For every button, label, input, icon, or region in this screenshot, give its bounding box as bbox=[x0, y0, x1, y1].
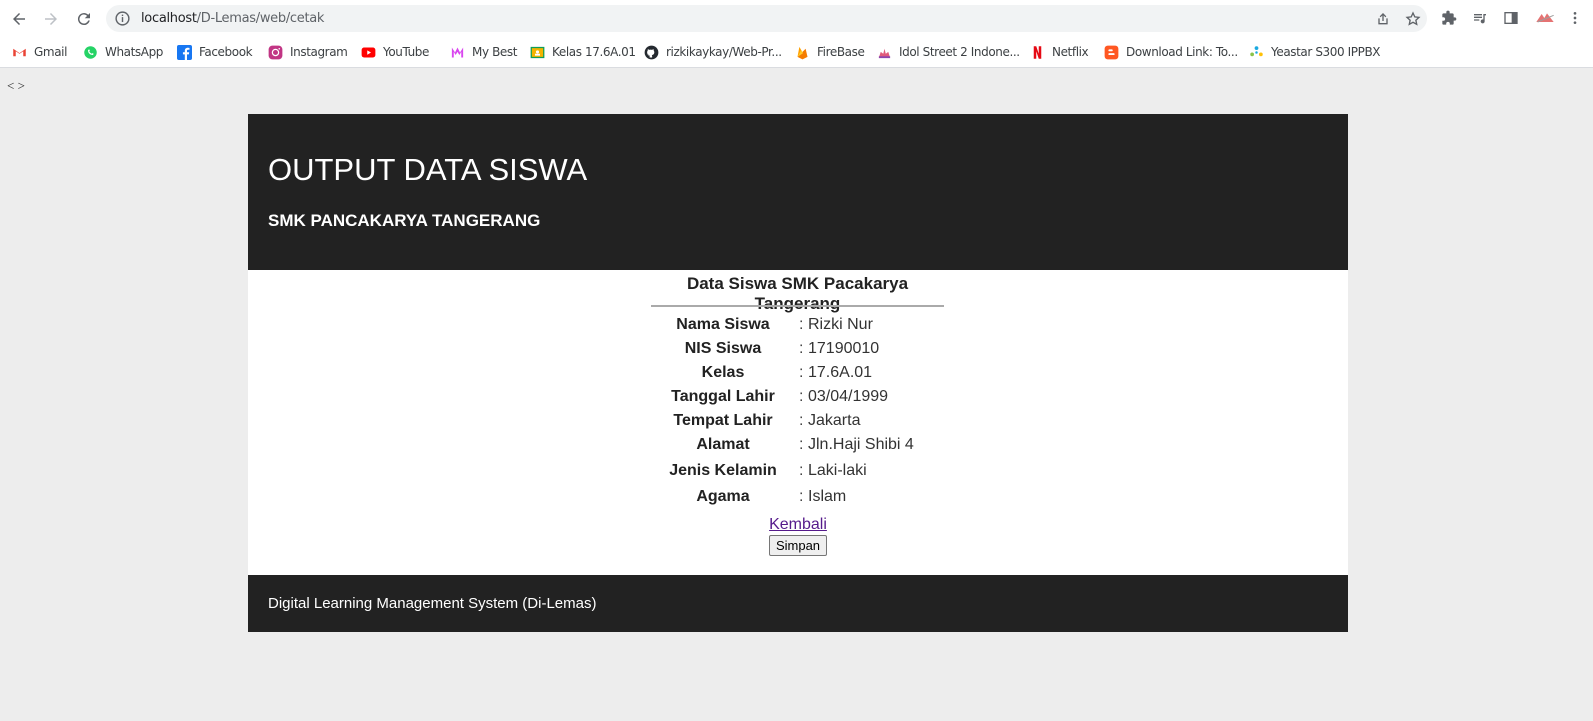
field-label: Alamat bbox=[696, 436, 750, 453]
bookmark-kelas[interactable]: Kelas 17.6A.01 bbox=[530, 42, 636, 62]
address-bar[interactable]: localhost/D-Lemas/web/cetak bbox=[106, 5, 1427, 32]
share-icon[interactable] bbox=[1375, 11, 1391, 27]
field-separator: : bbox=[799, 436, 804, 453]
more-menu-icon[interactable] bbox=[1567, 10, 1583, 26]
bookmark-youtube[interactable]: YouTube bbox=[361, 42, 429, 62]
field-label: Kelas bbox=[701, 364, 745, 381]
page-header: OUTPUT DATA SISWA SMK PANCAKARYA TANGERA… bbox=[248, 114, 1348, 270]
field-separator: : bbox=[799, 462, 804, 479]
bookmark-yeastar[interactable]: Yeastar S300 IPPBX bbox=[1249, 42, 1381, 62]
save-button-wrap: Simpan bbox=[248, 535, 1348, 556]
field-value: Jln.Haji Shibi 4 bbox=[808, 436, 914, 453]
pager-nav[interactable]: < > bbox=[7, 78, 25, 94]
site-info-icon[interactable] bbox=[114, 10, 131, 27]
field-label: NIS Siswa bbox=[684, 340, 762, 357]
yeastar-icon bbox=[1250, 45, 1263, 56]
field-value: Rizki Nur bbox=[808, 316, 873, 333]
field-label: Tempat Lahir bbox=[673, 412, 773, 429]
field-row-alamat: Alamat : Jln.Haji Shibi 4 bbox=[651, 436, 1051, 458]
field-label: Tanggal Lahir bbox=[671, 388, 775, 405]
bookmark-my-best[interactable]: My Best bbox=[450, 42, 517, 62]
field-row-kelas: Kelas : 17.6A.01 bbox=[651, 364, 1051, 386]
blogger-icon bbox=[1104, 45, 1119, 59]
media-playlist-icon[interactable] bbox=[1472, 10, 1488, 26]
forward-arrow-icon[interactable] bbox=[39, 7, 63, 31]
field-separator: : bbox=[799, 364, 804, 381]
bookmark-download-link[interactable]: Download Link: To... bbox=[1104, 42, 1238, 62]
field-row-tanggal-lahir: Tanggal Lahir : 03/04/1999 bbox=[651, 388, 1051, 410]
footer-text: Digital Learning Management System (Di-L… bbox=[268, 595, 597, 612]
bookmark-instagram[interactable]: Instagram bbox=[268, 42, 348, 62]
output-card: OUTPUT DATA SISWA SMK PANCAKARYA TANGERA… bbox=[248, 114, 1348, 632]
section-title: Data Siswa SMK Pacakarya Tangerang bbox=[686, 274, 909, 313]
bookmarks-bar: Gmail WhatsApp Facebook Instagram YouTub… bbox=[0, 37, 1593, 68]
field-row-agama: Agama : Islam bbox=[651, 488, 1051, 510]
gmail-icon bbox=[13, 48, 26, 56]
whatsapp-icon bbox=[84, 45, 97, 59]
divider bbox=[651, 305, 944, 307]
github-icon bbox=[644, 45, 659, 59]
url-text[interactable]: localhost/D-Lemas/web/cetak bbox=[141, 11, 324, 26]
school-name: SMK PANCAKARYA TANGERANG bbox=[268, 211, 541, 230]
field-value: 17190010 bbox=[808, 340, 880, 357]
field-row-nama: Nama Siswa : Rizki Nur bbox=[651, 316, 1051, 338]
field-value: 03/04/1999 bbox=[808, 388, 889, 405]
field-separator: : bbox=[799, 388, 804, 405]
field-separator: : bbox=[799, 488, 804, 505]
save-button[interactable]: Simpan bbox=[768, 535, 828, 556]
bookmark-facebook[interactable]: Facebook bbox=[177, 42, 253, 62]
student-data-section: Data Siswa SMK Pacakarya Tangerang Nama … bbox=[248, 270, 1348, 575]
reload-icon[interactable] bbox=[72, 7, 96, 31]
firebase-icon bbox=[797, 46, 808, 59]
back-arrow-icon[interactable] bbox=[7, 7, 31, 31]
field-row-tempat-lahir: Tempat Lahir : Jakarta bbox=[651, 412, 1051, 434]
page-title: OUTPUT DATA SISWA bbox=[268, 152, 588, 187]
classroom-icon bbox=[530, 46, 545, 58]
field-separator: : bbox=[799, 412, 804, 429]
instagram-icon bbox=[268, 45, 283, 59]
netflix-icon bbox=[1033, 45, 1042, 59]
bookmark-whatsapp[interactable]: WhatsApp bbox=[83, 42, 163, 62]
mybest-icon bbox=[451, 47, 464, 57]
side-panel-icon[interactable] bbox=[1503, 10, 1519, 26]
field-separator: : bbox=[799, 316, 804, 333]
field-label: Nama Siswa bbox=[676, 316, 770, 333]
bookmark-idol-street[interactable]: Idol Street 2 Indone... bbox=[877, 42, 1020, 62]
bookmark-star-icon[interactable] bbox=[1405, 11, 1421, 27]
field-separator: : bbox=[799, 340, 804, 357]
profile-avatar-icon[interactable] bbox=[1535, 10, 1555, 26]
field-label: Jenis Kelamin bbox=[669, 462, 777, 479]
youtube-icon bbox=[361, 47, 376, 57]
bookmark-netflix[interactable]: Netflix bbox=[1030, 42, 1089, 62]
field-row-jenis-kelamin: Jenis Kelamin : Laki-laki bbox=[651, 462, 1051, 484]
field-row-nis: NIS Siswa : 17190010 bbox=[651, 340, 1051, 362]
bookmark-firebase[interactable]: FireBase bbox=[795, 42, 865, 62]
field-value: Laki-laki bbox=[808, 462, 867, 479]
field-value: Jakarta bbox=[808, 412, 861, 429]
field-value: 17.6A.01 bbox=[808, 364, 873, 381]
idol-street-icon bbox=[878, 48, 891, 58]
bookmark-gmail[interactable]: Gmail bbox=[12, 42, 67, 62]
facebook-icon bbox=[177, 44, 192, 60]
back-link[interactable]: Kembali bbox=[248, 516, 1348, 534]
field-value: Islam bbox=[808, 488, 847, 505]
browser-toolbar: localhost/D-Lemas/web/cetak bbox=[0, 0, 1593, 37]
extensions-icon[interactable] bbox=[1441, 10, 1457, 26]
page-footer: Digital Learning Management System (Di-L… bbox=[248, 575, 1348, 632]
field-label: Agama bbox=[696, 488, 750, 505]
bookmark-github[interactable]: rizkikaykay/Web-Pr... bbox=[644, 42, 782, 62]
